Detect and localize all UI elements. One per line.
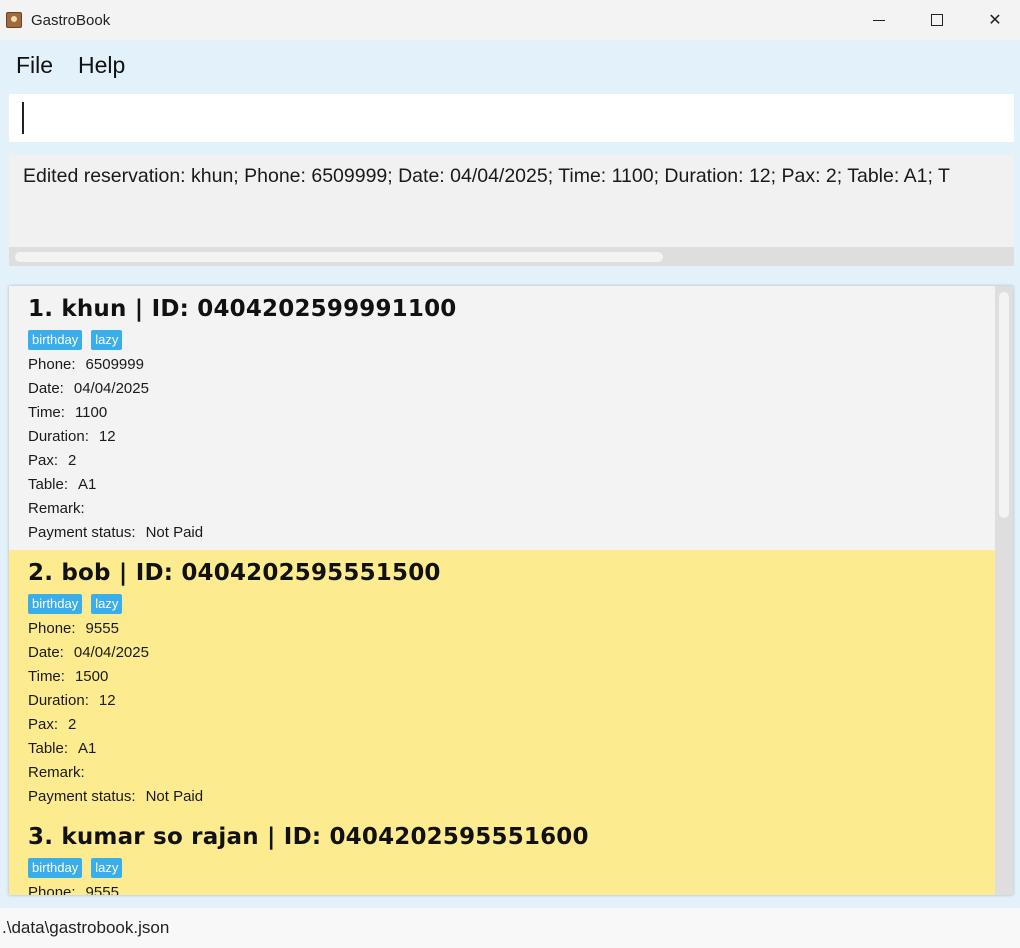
pax-field: Pax: 2 [28,716,77,733]
reservation-list[interactable]: 1. khun | ID: 0404202599991100 birthday … [9,286,1013,895]
tag: birthday [28,594,83,614]
data-file-path: .\data\gastrobook.json [2,918,170,937]
text-caret [22,102,24,134]
reservation-title: 2. bob | ID: 0404202595551500 [28,560,441,586]
reservation-title: 3. kumar so rajan | ID: 0404202595551600 [28,824,589,850]
vertical-scroll-thumb[interactable] [999,292,1009,518]
duration-field: Duration: 12 [28,692,116,709]
tag-list: birthday lazy [28,858,123,878]
minimize-icon [873,19,885,21]
close-icon: ✕ [988,12,1002,29]
menu-file[interactable]: File [16,52,53,79]
reservation-card[interactable]: 3. kumar so rajan | ID: 0404202595551600… [9,814,995,895]
tag-list: birthday lazy [28,594,123,614]
tag: birthday [28,858,83,878]
close-button[interactable]: ✕ [966,0,1020,40]
reservation-title: 1. khun | ID: 0404202599991100 [28,296,457,322]
time-field: Time: 1500 [28,668,109,685]
table-field: Table: A1 [28,476,97,493]
phone-field: Phone: 9555 [28,884,119,895]
date-field: Date: 04/04/2025 [28,380,149,397]
result-display[interactable]: Edited reservation: khun; Phone: 6509999… [9,155,1014,266]
tag: lazy [91,330,123,350]
reservation-card-selected[interactable]: 2. bob | ID: 0404202595551500 birthday l… [9,550,995,814]
maximize-icon [931,14,943,26]
tag: lazy [91,858,123,878]
time-field: Time: 1100 [28,404,108,421]
table-field: Table: A1 [28,740,97,757]
status-bar: .\data\gastrobook.json [0,908,1020,948]
title-bar: GastroBook ✕ [0,0,1020,40]
payment-field: Payment status: Not Paid [28,788,204,805]
result-text: Edited reservation: khun; Phone: 6509999… [23,165,950,187]
horizontal-scrollbar[interactable] [9,247,1014,266]
remark-field: Remark: [28,764,85,781]
phone-field: Phone: 9555 [28,620,119,637]
app-icon [6,12,22,28]
horizontal-scroll-thumb[interactable] [15,252,663,262]
command-input[interactable] [9,94,1014,142]
reservation-card[interactable]: 1. khun | ID: 0404202599991100 birthday … [9,286,995,550]
tag: birthday [28,330,83,350]
phone-field: Phone: 6509999 [28,356,144,373]
vertical-scrollbar[interactable] [995,286,1013,895]
minimize-button[interactable] [850,0,908,40]
pax-field: Pax: 2 [28,452,77,469]
tag-list: birthday lazy [28,330,123,350]
payment-field: Payment status: Not Paid [28,524,204,541]
menu-bar: File Help [0,40,1020,90]
remark-field: Remark: [28,500,85,517]
tag: lazy [91,594,123,614]
window-title: GastroBook [31,12,111,29]
date-field: Date: 04/04/2025 [28,644,149,661]
menu-help[interactable]: Help [78,52,125,79]
maximize-button[interactable] [908,0,966,40]
duration-field: Duration: 12 [28,428,116,445]
